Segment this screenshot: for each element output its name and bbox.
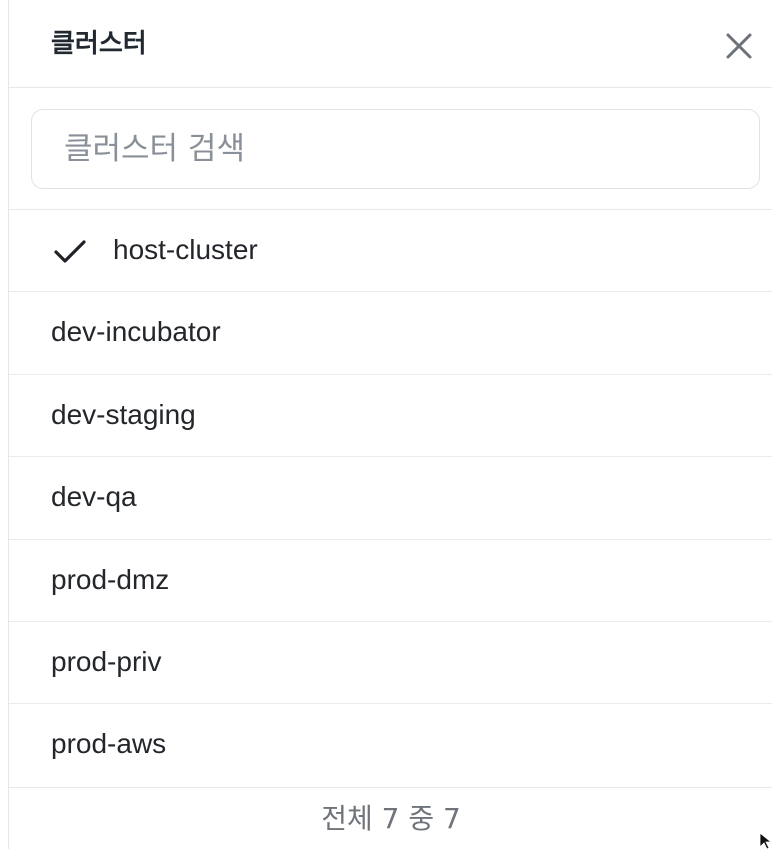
- cluster-search-input[interactable]: [31, 109, 760, 189]
- cluster-selector-panel: 클러스터 host-cluster dev-incubator dev-stag…: [8, 0, 772, 849]
- cluster-item-host-cluster[interactable]: host-cluster: [9, 210, 772, 293]
- cluster-item-dev-incubator[interactable]: dev-incubator: [9, 292, 772, 375]
- check-icon: [54, 240, 86, 263]
- cluster-item-dev-qa[interactable]: dev-qa: [9, 457, 772, 540]
- cluster-item-label: prod-priv: [51, 645, 162, 677]
- cluster-item-label: prod-dmz: [51, 563, 170, 595]
- result-count: 전체 7 중 7: [9, 787, 772, 849]
- cluster-item-label: dev-qa: [51, 481, 137, 513]
- cluster-item-dev-staging[interactable]: dev-staging: [9, 375, 772, 458]
- cluster-item-prod-priv[interactable]: prod-priv: [9, 622, 772, 705]
- cluster-item-label: prod-aws: [51, 728, 167, 760]
- cluster-list: host-cluster dev-incubator dev-staging d…: [9, 210, 772, 787]
- cluster-item-label: host-cluster: [113, 234, 258, 265]
- cluster-item-prod-aws[interactable]: prod-aws: [9, 704, 772, 786]
- close-icon: [726, 33, 752, 59]
- mouse-cursor-icon: [760, 833, 772, 849]
- panel-header: 클러스터: [9, 0, 772, 88]
- panel-title: 클러스터: [51, 29, 147, 59]
- close-button[interactable]: [721, 28, 757, 64]
- cluster-item-label: dev-staging: [51, 398, 196, 430]
- cluster-item-prod-dmz[interactable]: prod-dmz: [9, 540, 772, 622]
- cluster-item-label: dev-incubator: [51, 316, 221, 348]
- search-area: [9, 88, 772, 210]
